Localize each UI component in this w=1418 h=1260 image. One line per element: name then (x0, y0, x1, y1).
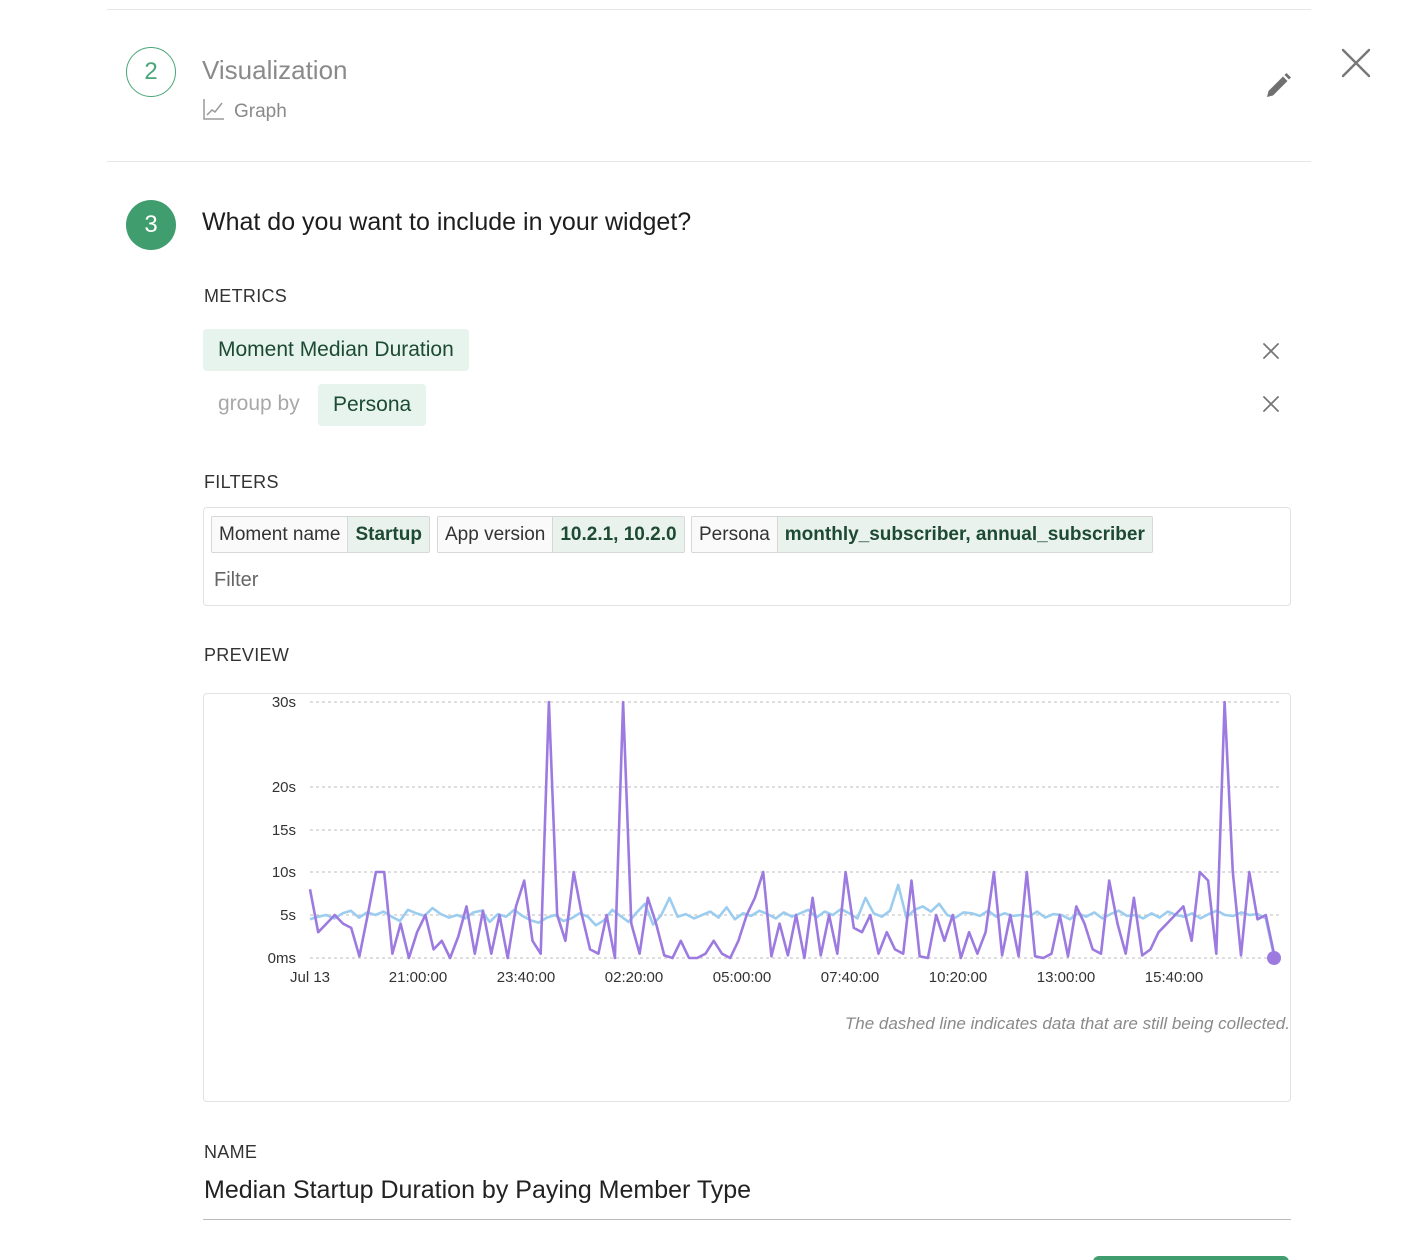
preview-chart: 30s 20s 15s 10s 5s 0ms Jul 13 21:00:00 23:40:00 0… (203, 693, 1291, 1102)
visualization-type: Graph (202, 97, 287, 126)
name-label: NAME (204, 1142, 258, 1162)
widget-name-field[interactable]: Median Startup Duration by Paying Member… (204, 1176, 751, 1205)
x-tick-label: 10:20:00 (929, 969, 987, 986)
remove-metric-icon[interactable] (1260, 340, 1282, 362)
step-question: What do you want to include in your widg… (202, 208, 692, 236)
step-2-badge: 2 (126, 47, 176, 97)
y-tick-label: 15s (272, 822, 296, 839)
group-by-label: group by (218, 392, 300, 415)
pencil-icon[interactable] (1262, 70, 1294, 102)
filter-key: Moment name (212, 517, 349, 552)
filter-key: App version (438, 517, 554, 552)
y-tick-label: 5s (280, 907, 296, 924)
metric-chip[interactable]: Moment Median Duration (203, 329, 469, 371)
dashed-line-note: The dashed line indicates data that are … (844, 1014, 1290, 1033)
filter-tag-moment-name[interactable]: Moment name Startup (211, 516, 430, 553)
graph-icon (202, 97, 226, 126)
filter-value: Startup (348, 517, 429, 552)
filters-box: Moment name Startup App version 10.2.1, … (203, 507, 1291, 606)
filter-input[interactable] (214, 566, 614, 594)
x-tick-label: 23:40:00 (497, 969, 555, 986)
close-icon[interactable] (1338, 45, 1374, 81)
x-tick-label: 15:40:00 (1145, 969, 1203, 986)
filter-tag-app-version[interactable]: App version 10.2.1, 10.2.0 (437, 516, 685, 553)
preview-label: PREVIEW (204, 645, 290, 665)
visualization-title: Visualization (202, 55, 348, 85)
filter-value: monthly_subscriber, annual_subscriber (777, 517, 1152, 552)
series-end-marker (1267, 951, 1281, 965)
filter-tag-persona[interactable]: Persona monthly_subscriber, annual_subsc… (691, 516, 1153, 553)
y-tick-label: 20s (272, 779, 296, 796)
metrics-label: METRICS (204, 286, 288, 306)
filters-label: FILTERS (204, 472, 279, 492)
x-tick-label: 05:00:00 (713, 969, 771, 986)
line-chart: 30s 20s 15s 10s 5s 0ms Jul 13 21:00:00 23:40:00 0… (268, 694, 1281, 986)
x-tick-label: Jul 13 (290, 969, 330, 986)
top-divider (107, 9, 1311, 10)
remove-group-by-icon[interactable] (1260, 393, 1282, 415)
group-by-chip[interactable]: Persona (318, 384, 427, 426)
y-tick-label: 0ms (268, 950, 296, 967)
step-3-badge: 3 (126, 200, 176, 250)
filter-key: Persona (692, 517, 778, 552)
x-tick-label: 02:20:00 (605, 969, 663, 986)
visualization-type-label: Graph (234, 100, 287, 122)
x-tick-label: 13:00:00 (1037, 969, 1095, 986)
name-underline (203, 1219, 1291, 1220)
submit-button[interactable] (1093, 1256, 1289, 1260)
section-divider (107, 161, 1311, 162)
x-tick-label: 21:00:00 (389, 969, 447, 986)
x-tick-label: 07:40:00 (821, 969, 879, 986)
y-tick-label: 30s (272, 694, 296, 711)
filter-value: 10.2.1, 10.2.0 (553, 517, 684, 552)
y-tick-label: 10s (272, 864, 296, 881)
